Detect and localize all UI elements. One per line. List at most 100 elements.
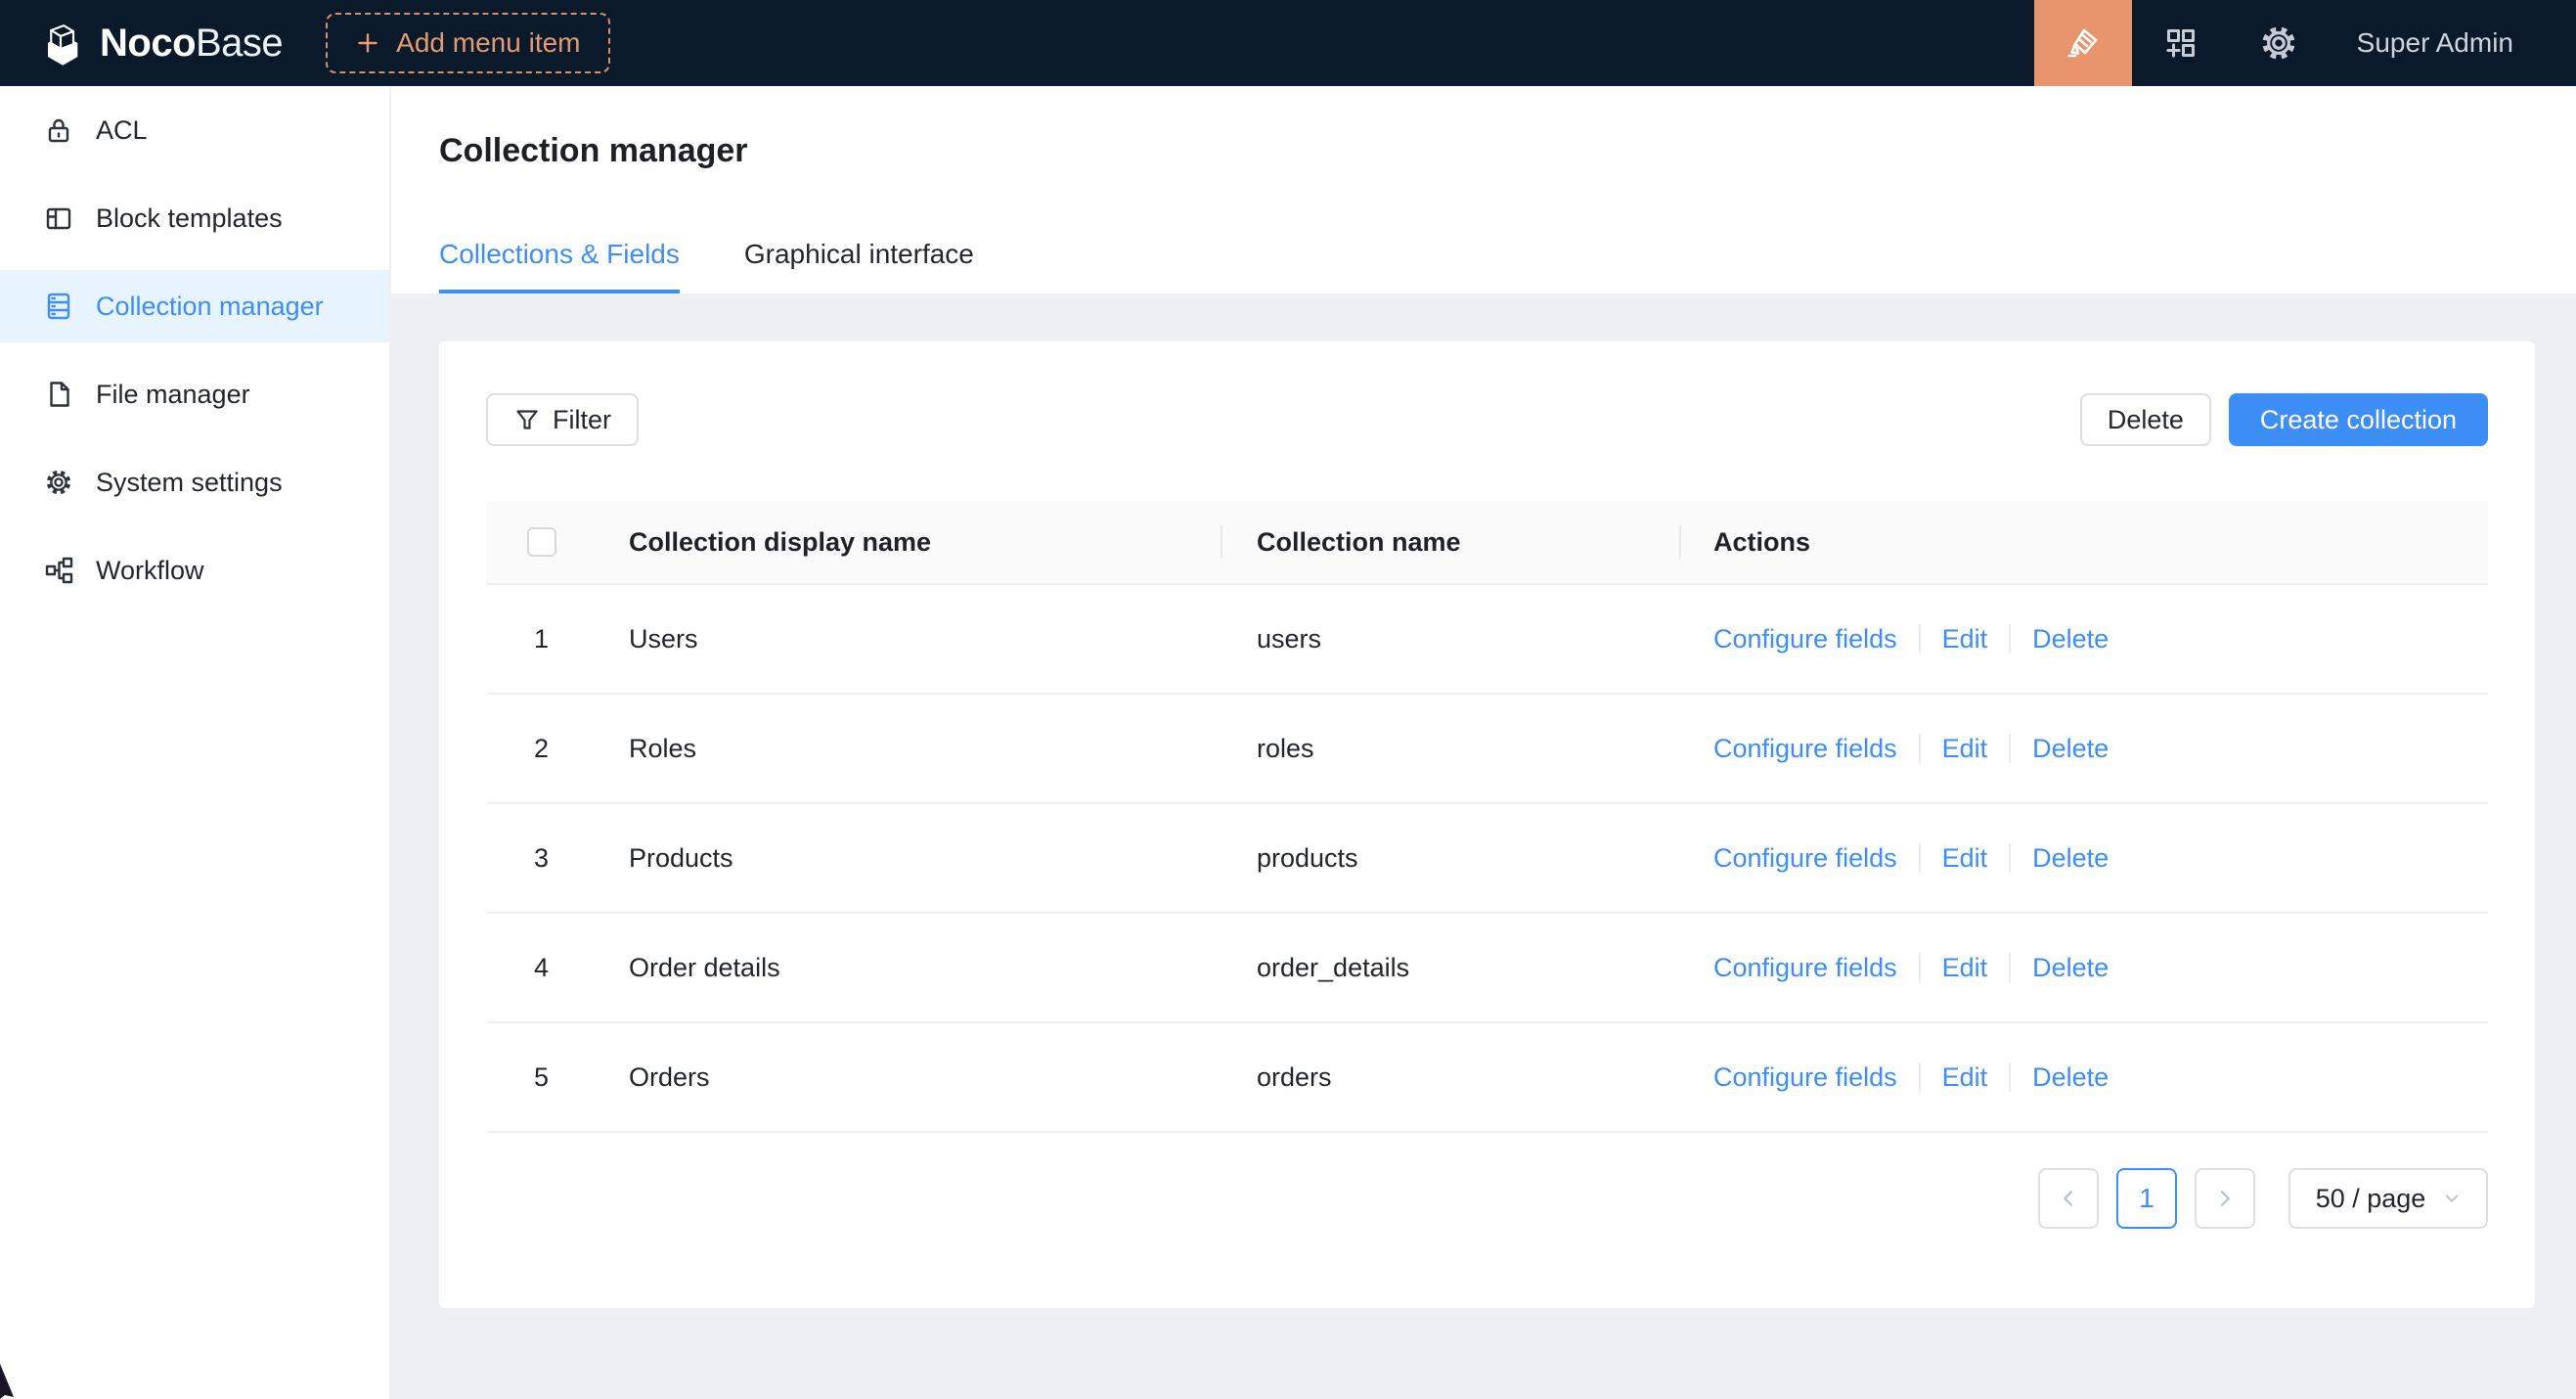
configure-fields-link[interactable]: Configure fields (1713, 734, 1897, 764)
page-size-select[interactable]: 50 / page (2288, 1168, 2488, 1229)
collection-name: products (1222, 843, 1681, 874)
page-size-value: 50 / page (2316, 1184, 2426, 1214)
chevron-left-icon (2054, 1184, 2083, 1213)
row-actions: Configure fields Edit Delete (1681, 624, 2488, 654)
collection-name: users (1222, 624, 1681, 654)
table-toolbar: Filter Delete Create collection (486, 393, 2488, 446)
lock-icon (43, 114, 74, 146)
sidebar-item-workflow[interactable]: Workflow (0, 534, 389, 607)
collection-display-name: Products (597, 843, 1222, 874)
row-index: 1 (486, 624, 597, 654)
chevron-right-icon (2210, 1184, 2240, 1213)
collection-display-name: Orders (597, 1062, 1222, 1093)
pagination: 1 50 / page (486, 1168, 2488, 1229)
table-body: 1 Users users Configure fields Edit Dele… (486, 585, 2488, 1133)
mouse-cursor (0, 1364, 16, 1399)
delete-link[interactable]: Delete (2032, 1062, 2109, 1093)
edit-link[interactable]: Edit (1942, 1062, 1988, 1093)
settings-button[interactable] (2230, 0, 2328, 86)
next-page-button[interactable] (2195, 1168, 2255, 1229)
table-row: 4 Order details order_details Configure … (486, 914, 2488, 1023)
edit-link[interactable]: Edit (1942, 843, 1988, 874)
collections-card: Filter Delete Create collection (439, 341, 2535, 1308)
collections-table: Collection display name Collection name … (486, 501, 2488, 1133)
gear-icon (2259, 23, 2298, 63)
configure-fields-link[interactable]: Configure fields (1713, 953, 1897, 983)
add-menu-item-button[interactable]: Add menu item (326, 13, 609, 73)
table-row: 1 Users users Configure fields Edit Dele… (486, 585, 2488, 695)
page-1-button[interactable]: 1 (2116, 1168, 2177, 1229)
action-divider (1919, 624, 1921, 654)
table-row: 5 Orders orders Configure fields Edit De… (486, 1023, 2488, 1133)
sidebar-item-collection-manager[interactable]: Collection manager (0, 270, 389, 342)
action-divider (2009, 624, 2011, 654)
header-actions: Super Admin (2034, 0, 2576, 86)
edit-link[interactable]: Edit (1942, 734, 1988, 764)
action-divider (2009, 1062, 2011, 1092)
edit-link[interactable]: Edit (1942, 624, 1988, 654)
add-menu-item-label: Add menu item (396, 27, 580, 59)
collection-name: orders (1222, 1062, 1681, 1093)
action-divider (2009, 953, 2011, 982)
page-layout: ACL Block templates Collection manager (0, 86, 2576, 1399)
user-menu[interactable]: Super Admin (2328, 27, 2576, 59)
plugins-button[interactable] (2132, 0, 2230, 86)
sidebar-item-label: System settings (96, 468, 283, 498)
sidebar-item-file-manager[interactable]: File manager (0, 358, 389, 430)
nocobase-logo: NocoBase (35, 18, 283, 68)
action-divider (2009, 843, 2011, 873)
sidebar-item-acl[interactable]: ACL (0, 94, 389, 166)
ui-editor-button[interactable] (2034, 0, 2132, 86)
column-header-display-name: Collection display name (597, 527, 1222, 558)
delete-link[interactable]: Delete (2032, 734, 2109, 764)
filter-funnel-icon (513, 406, 541, 433)
nocobase-logo-icon (35, 18, 86, 68)
top-header: NocoBase Add menu item (0, 0, 2576, 86)
configure-fields-link[interactable]: Configure fields (1713, 1062, 1897, 1093)
appstore-add-icon (2161, 23, 2200, 63)
collection-display-name: Users (597, 624, 1222, 654)
action-divider (1919, 843, 1921, 873)
delete-link[interactable]: Delete (2032, 843, 2109, 874)
collection-display-name: Order details (597, 953, 1222, 983)
gear-icon (43, 467, 74, 498)
row-index: 3 (486, 843, 597, 874)
sidebar-item-label: ACL (96, 115, 148, 146)
select-all-cell (486, 527, 597, 557)
row-actions: Configure fields Edit Delete (1681, 953, 2488, 983)
main-content: Collection manager Collections & Fields … (391, 86, 2576, 1399)
configure-fields-link[interactable]: Configure fields (1713, 843, 1897, 874)
sidebar-item-label: Workflow (96, 556, 204, 586)
sidebar-item-label: Collection manager (96, 292, 324, 322)
delete-link[interactable]: Delete (2032, 953, 2109, 983)
edit-link[interactable]: Edit (1942, 953, 1988, 983)
configure-fields-link[interactable]: Configure fields (1713, 624, 1897, 654)
partition-icon (43, 555, 74, 586)
chevron-down-icon (2439, 1186, 2465, 1211)
tab-graphical-interface[interactable]: Graphical interface (744, 239, 974, 293)
sidebar-item-system-settings[interactable]: System settings (0, 446, 389, 519)
row-actions: Configure fields Edit Delete (1681, 843, 2488, 874)
previous-page-button[interactable] (2038, 1168, 2099, 1229)
page-title: Collection manager (439, 127, 2576, 174)
action-divider (1919, 953, 1921, 982)
column-header-name: Collection name (1222, 527, 1681, 558)
delete-link[interactable]: Delete (2032, 624, 2109, 654)
table-row: 2 Roles roles Configure fields Edit Dele… (486, 695, 2488, 804)
action-divider (2009, 734, 2011, 763)
toolbar-right: Delete Create collection (2080, 393, 2488, 446)
filter-button[interactable]: Filter (486, 393, 639, 446)
row-index: 2 (486, 734, 597, 764)
collection-name: order_details (1222, 953, 1681, 983)
create-collection-button[interactable]: Create collection (2229, 393, 2488, 446)
collection-display-name: Roles (597, 734, 1222, 764)
logo-text: NocoBase (100, 22, 283, 66)
content-header: Collection manager Collections & Fields … (391, 86, 2576, 293)
delete-button[interactable]: Delete (2080, 393, 2211, 446)
select-all-checkbox[interactable] (527, 527, 556, 557)
database-icon (43, 291, 74, 322)
file-icon (43, 379, 74, 410)
sidebar-item-block-templates[interactable]: Block templates (0, 182, 389, 254)
tab-collections-fields[interactable]: Collections & Fields (439, 239, 680, 293)
tab-bar: Collections & Fields Graphical interface (439, 239, 2576, 293)
